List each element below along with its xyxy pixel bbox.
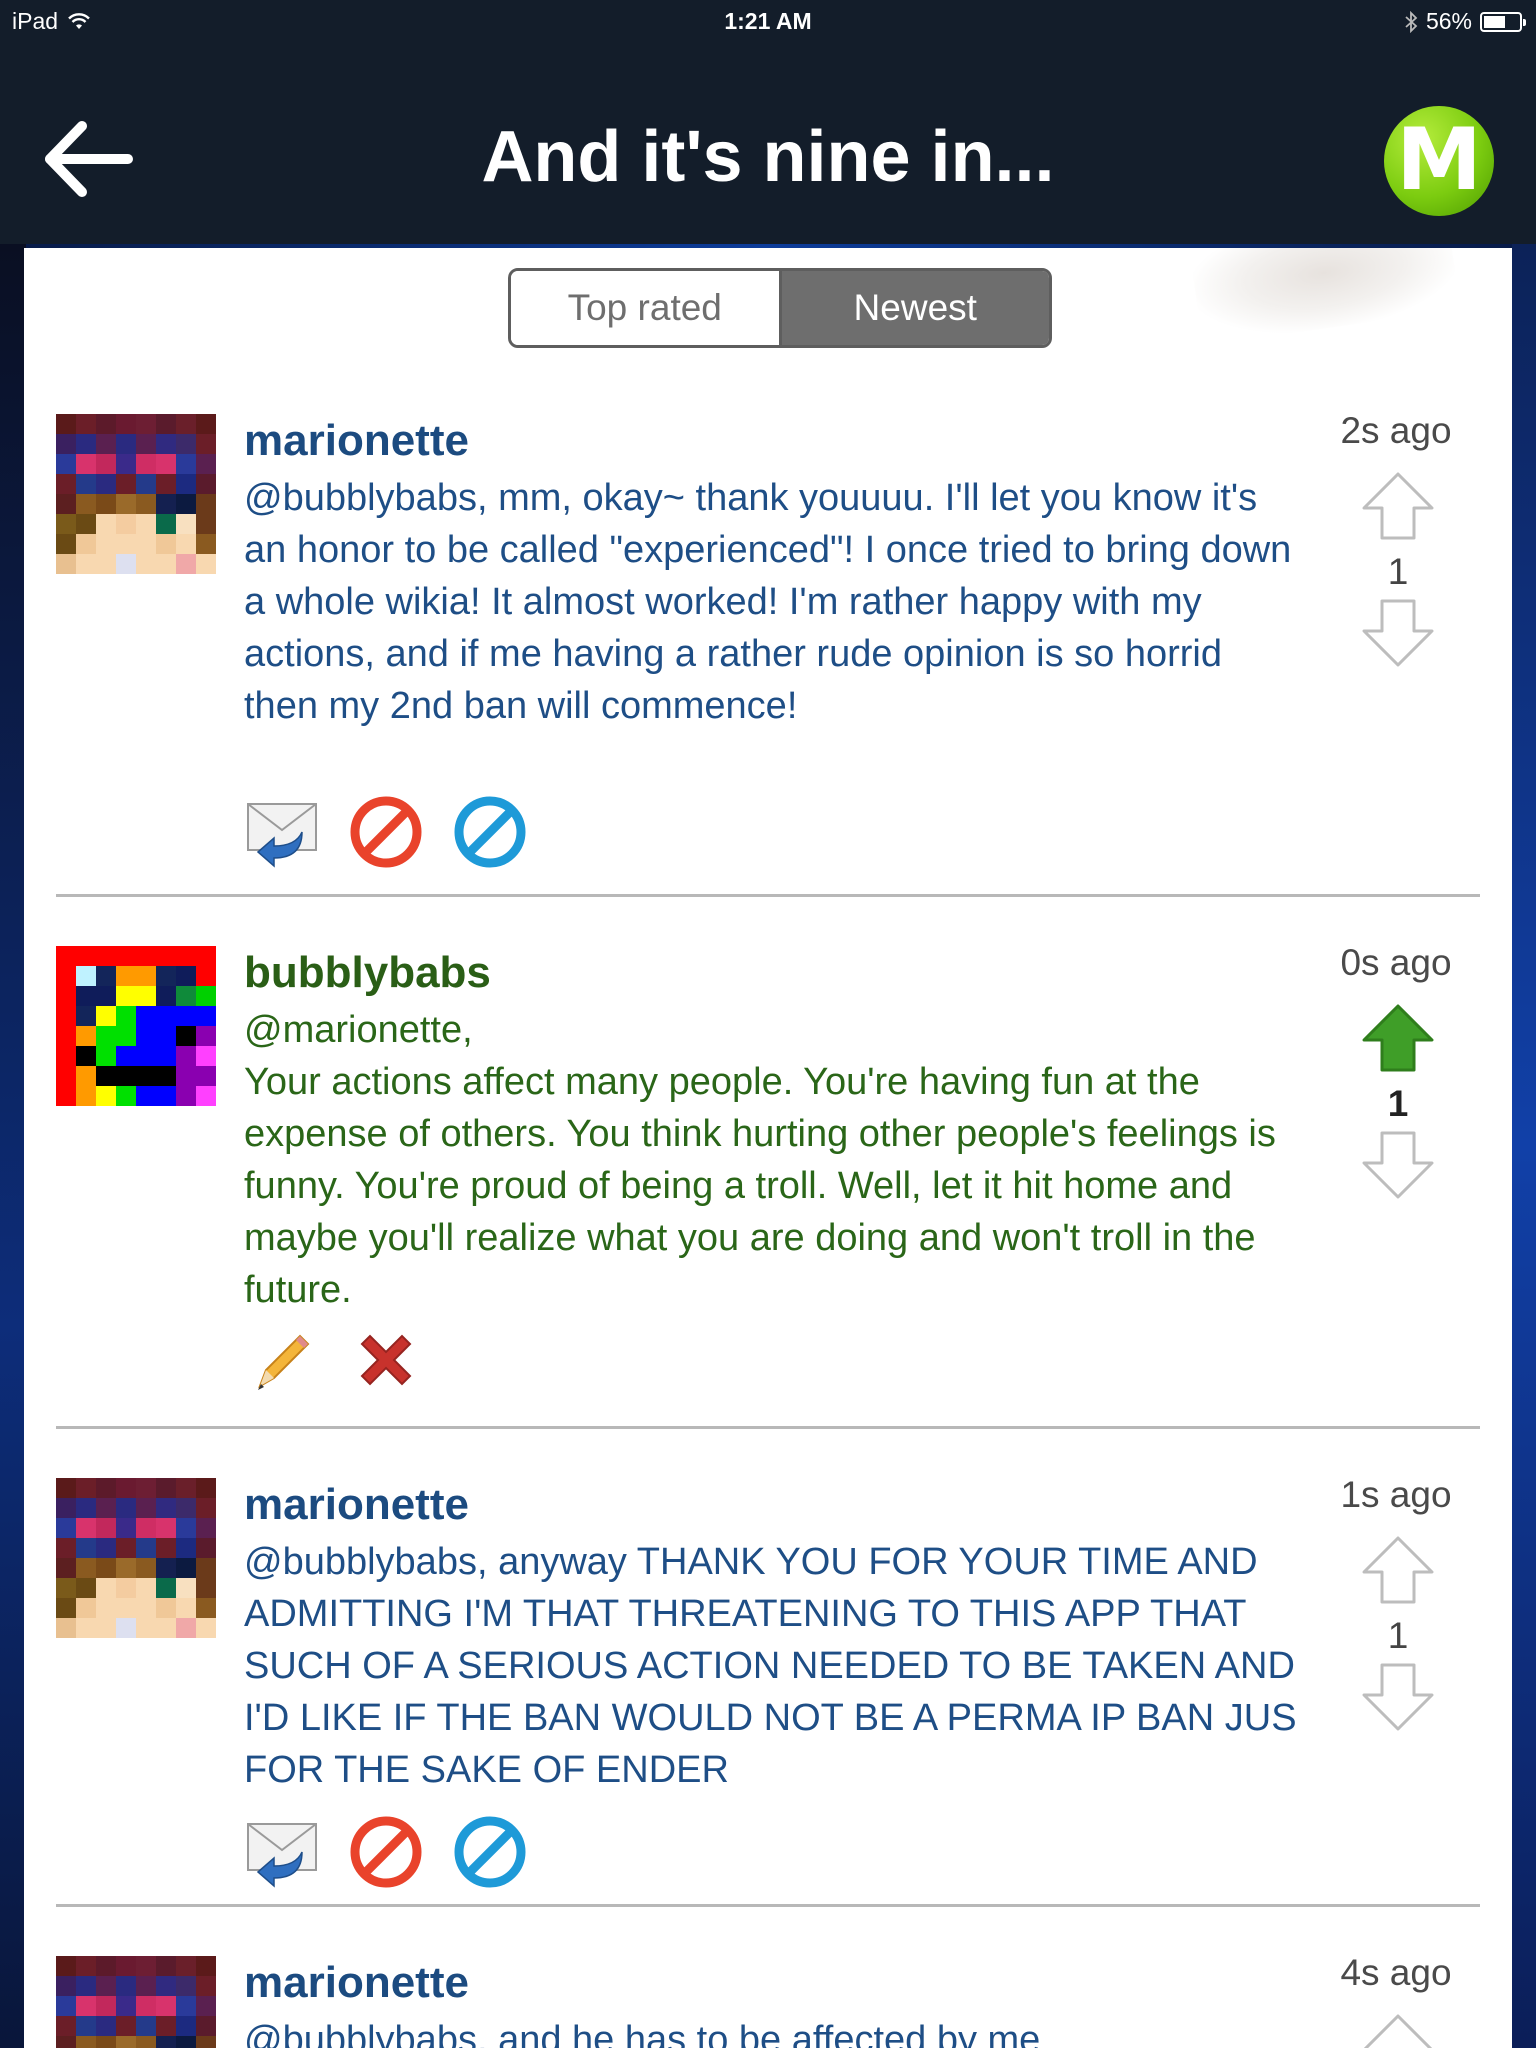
comment-mention: @marionette, — [244, 1009, 473, 1051]
comment-text: @bubblybabs, and he has to be affected b… — [244, 2019, 1041, 2048]
comment-body: Your actions affect many people. You're … — [244, 1061, 1276, 1311]
comment-username[interactable]: marionette — [244, 1958, 469, 2008]
comment-item: marionette 2s ago @bubblybabs, mm, okay~… — [56, 410, 1480, 894]
comment-timestamp: 4s ago — [1340, 1952, 1452, 1993]
tab-newest[interactable]: Newest — [781, 271, 1049, 345]
vote-count: 1 — [1387, 1615, 1409, 1656]
reply-icon[interactable] — [244, 1814, 320, 1890]
nav-bar: And it's nine in... M — [0, 44, 1536, 244]
status-bar: iPad 1:21 AM 56% — [0, 0, 1536, 44]
vote-control — [1356, 2012, 1440, 2048]
block-icon[interactable] — [348, 1814, 424, 1890]
avatar[interactable] — [56, 1956, 216, 2048]
status-time: 1:21 AM — [724, 8, 812, 34]
comment-text: @marionette, Your actions affect many pe… — [244, 1004, 1304, 1316]
vote-control: 1 — [1356, 470, 1440, 674]
downvote-arrow-icon[interactable] — [1356, 597, 1440, 669]
comment-text: @bubblybabs, mm, okay~ thank youuuu. I'l… — [244, 477, 1292, 727]
comments-panel: Top rated Newest marionette 2s ago @bubb… — [24, 248, 1512, 2048]
report-icon[interactable] — [452, 1814, 528, 1890]
vote-count: 1 — [1387, 1083, 1409, 1124]
upvote-arrow-icon[interactable] — [1356, 1534, 1440, 1606]
page-title: And it's nine in... — [481, 117, 1055, 197]
comment-actions — [244, 1324, 424, 1400]
decorative-block — [1187, 248, 1461, 346]
upvote-arrow-icon[interactable] — [1356, 470, 1440, 542]
avatar[interactable] — [56, 414, 216, 574]
comment-timestamp: 1s ago — [1340, 1474, 1452, 1515]
comment-username[interactable]: marionette — [244, 1480, 469, 1530]
comment-timestamp: 0s ago — [1340, 942, 1452, 983]
reply-icon[interactable] — [244, 794, 320, 870]
bluetooth-icon — [1405, 10, 1418, 33]
comment-username[interactable]: marionette — [244, 416, 469, 466]
comment-item: bubblybabs 0s ago @marionette, Your acti… — [56, 942, 1480, 1390]
upvote-arrow-icon[interactable] — [1356, 2012, 1440, 2048]
vote-control: 1 — [1356, 1534, 1440, 1738]
divider — [56, 894, 1480, 897]
app-logo[interactable]: M — [1384, 106, 1494, 216]
report-icon[interactable] — [452, 794, 528, 870]
avatar[interactable] — [56, 1478, 216, 1638]
comment-actions — [244, 1814, 528, 1890]
sort-segmented-control: Top rated Newest — [508, 268, 1052, 348]
battery-icon — [1480, 11, 1526, 32]
divider — [56, 1426, 1480, 1429]
vote-control: 1 — [1356, 1002, 1440, 1206]
delete-icon[interactable] — [348, 1324, 424, 1400]
upvote-arrow-icon[interactable] — [1356, 1002, 1440, 1074]
downvote-arrow-icon[interactable] — [1356, 1661, 1440, 1733]
comment-username[interactable]: bubblybabs — [244, 948, 491, 998]
tab-top-rated[interactable]: Top rated — [511, 271, 782, 345]
comment-text: @bubblybabs, anyway THANK YOU FOR YOUR T… — [244, 1541, 1297, 1791]
edit-icon[interactable] — [244, 1324, 320, 1400]
vote-count: 1 — [1387, 551, 1409, 592]
comment-item: marionette 1s ago @bubblybabs, anyway TH… — [56, 1474, 1480, 1918]
block-icon[interactable] — [348, 794, 424, 870]
comment-item: marionette 4s ago @bubblybabs, and he ha… — [56, 1952, 1480, 2048]
battery-percent: 56% — [1425, 8, 1472, 34]
avatar[interactable] — [56, 946, 216, 1106]
comment-actions — [244, 794, 528, 870]
comment-timestamp: 2s ago — [1340, 410, 1452, 451]
downvote-arrow-icon[interactable] — [1356, 1129, 1440, 1201]
divider — [56, 1904, 1480, 1907]
